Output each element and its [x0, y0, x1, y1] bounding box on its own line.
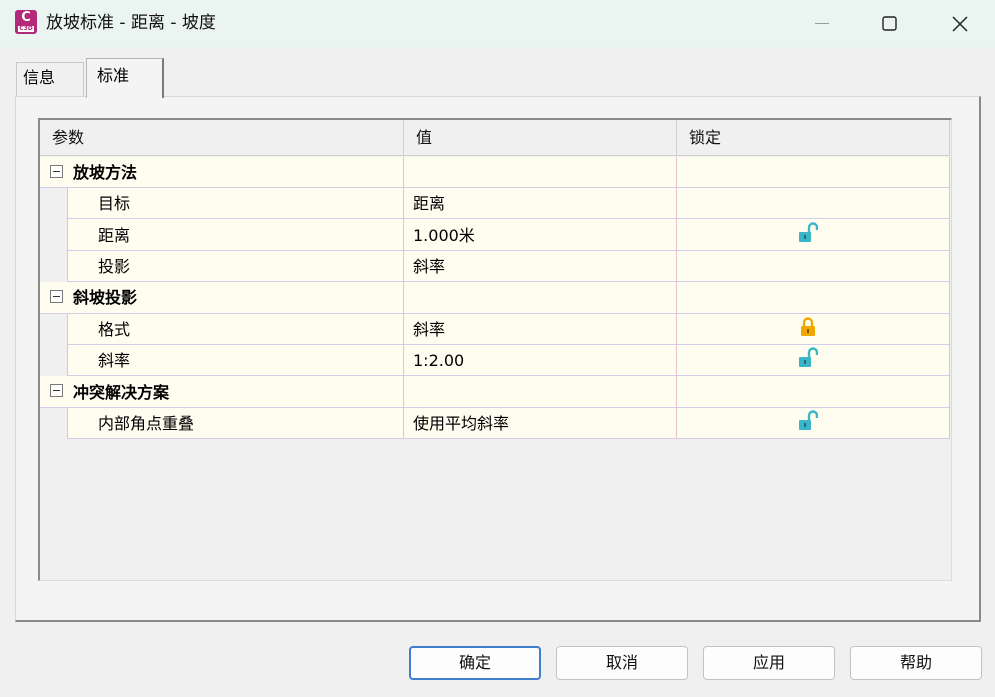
- parameter-value[interactable]: 斜率: [413, 255, 445, 279]
- parameter-name: 内部角点重叠: [98, 414, 195, 433]
- category-label: 放坡方法: [73, 163, 138, 182]
- column-header-parameter[interactable]: 参数: [40, 120, 404, 156]
- row-indent-gutter: [40, 314, 67, 376]
- parameter-value[interactable]: 距离: [413, 192, 445, 216]
- app-icon-letter: C: [21, 10, 31, 25]
- category-row-grading-method[interactable]: [40, 157, 950, 188]
- parameter-value[interactable]: 斜率: [413, 318, 445, 342]
- row-indent-gutter: [40, 408, 67, 439]
- column-header-parameter-label: 参数: [52, 128, 85, 147]
- category-label: 冲突解决方案: [73, 383, 170, 402]
- parameter-name: 投影: [98, 257, 131, 276]
- parameter-value[interactable]: 1:2.00: [413, 349, 464, 373]
- category-label: 斜坡投影: [73, 288, 138, 307]
- collapse-toggle-icon[interactable]: [50, 290, 63, 303]
- close-button[interactable]: [925, 0, 995, 47]
- row-indent-gutter: [40, 188, 67, 282]
- tab-criteria-label: 标准: [97, 66, 130, 85]
- locked-icon[interactable]: [798, 316, 818, 338]
- category-row-conflict-resolution[interactable]: [40, 376, 950, 408]
- collapse-toggle-icon[interactable]: [50, 165, 63, 178]
- collapse-toggle-icon[interactable]: [50, 384, 63, 397]
- civil3d-app-icon: C C3D: [15, 10, 37, 34]
- close-icon: [952, 15, 968, 32]
- tab-info[interactable]: 信息: [16, 62, 84, 96]
- apply-button[interactable]: 应用: [703, 646, 835, 680]
- unlocked-icon[interactable]: [798, 410, 818, 432]
- cancel-button[interactable]: 取消: [556, 646, 688, 680]
- unlocked-icon[interactable]: [798, 222, 818, 244]
- unlocked-icon[interactable]: [798, 347, 818, 369]
- title-bar: C C3D 放坡标准 - 距离 - 坡度: [0, 0, 995, 47]
- column-divider: [403, 157, 404, 439]
- column-header-value[interactable]: 值: [404, 120, 677, 156]
- column-divider: [949, 157, 950, 439]
- minimize-icon: [815, 22, 829, 24]
- tab-criteria[interactable]: 标准: [86, 58, 164, 98]
- minimize-button[interactable]: [787, 0, 857, 47]
- app-icon-sub: C3D: [18, 25, 34, 32]
- maximize-icon: [881, 16, 897, 31]
- parameter-name: 斜率: [98, 351, 131, 370]
- category-row-slope-projection[interactable]: [40, 282, 950, 314]
- column-header-value-label: 值: [416, 128, 433, 147]
- maximize-button[interactable]: [854, 0, 924, 47]
- window-title: 放坡标准 - 距离 - 坡度: [46, 13, 216, 33]
- column-divider: [67, 188, 68, 282]
- column-header-lock-label: 锁定: [689, 128, 722, 147]
- table-row[interactable]: [67, 251, 950, 282]
- parameter-value[interactable]: 使用平均斜率: [413, 412, 509, 436]
- column-header-lock[interactable]: 锁定: [677, 120, 950, 156]
- column-divider: [67, 314, 68, 376]
- ok-button[interactable]: 确定: [409, 646, 541, 680]
- parameter-name: 距离: [98, 226, 131, 245]
- parameter-name: 目标: [98, 194, 131, 213]
- parameter-name: 格式: [98, 320, 131, 339]
- column-divider: [676, 157, 677, 439]
- table-row[interactable]: [67, 188, 950, 219]
- column-divider: [67, 408, 68, 439]
- tab-info-label: 信息: [23, 68, 56, 87]
- parameter-value[interactable]: 1.000米: [413, 224, 475, 248]
- help-button[interactable]: 帮助: [850, 646, 982, 680]
